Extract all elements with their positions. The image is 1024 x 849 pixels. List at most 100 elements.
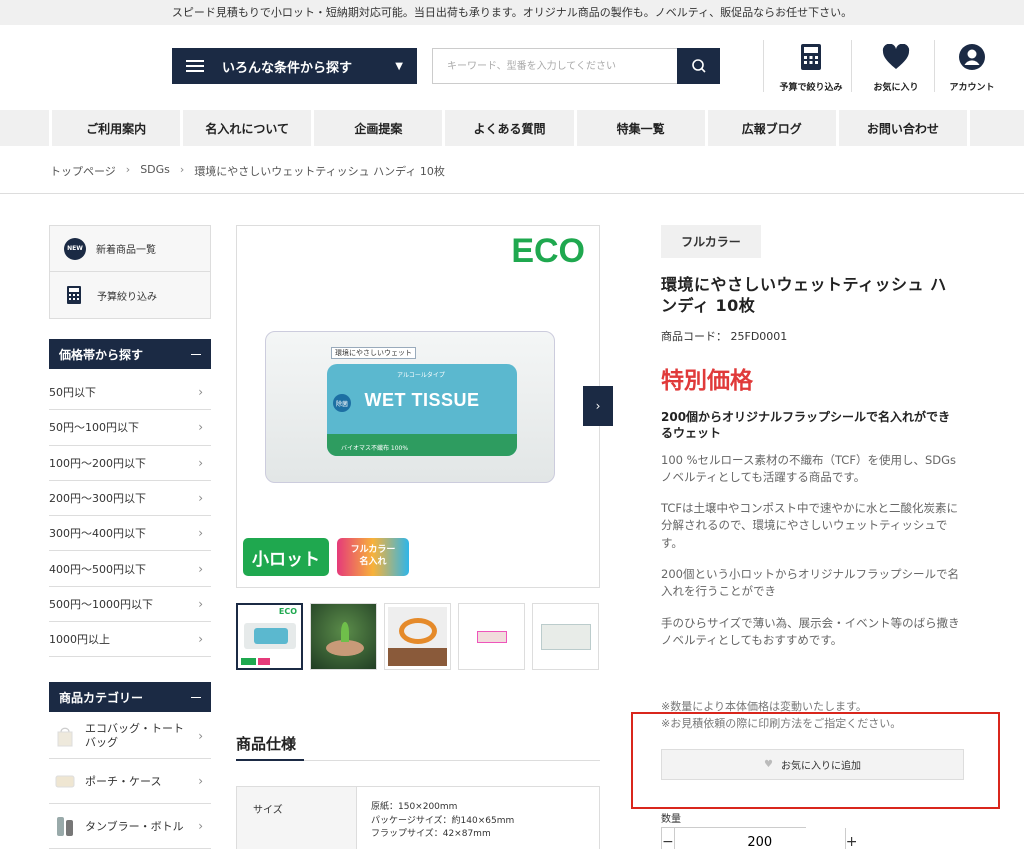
header-divider [763,40,764,92]
caret-down-icon: ▼ [395,60,403,72]
calculator-icon [67,286,81,304]
budget-filter-link[interactable]: 予算で絞り込み [771,42,851,93]
product-code: 商品コード： 25FD0001 [661,330,788,343]
naire-text: 名入れ [359,557,387,567]
quantity-stepper: − + [661,827,857,849]
breadcrumb-current: 環境にやさしいウェットティッシュ ハンディ 10枚 [194,165,445,178]
quantity-input[interactable] [673,828,846,849]
category-heading[interactable]: 商品カテゴリー [49,682,211,712]
price-item[interactable]: 1000円以上 › [49,622,211,658]
price-item-label: 50円以下 [49,386,96,400]
spec-values: 原紙：150×200mm パッケージサイズ：約140×65mm フラップサイズ：… [357,787,514,849]
chevron-right-icon: › [179,163,185,176]
chevron-right-icon: › [198,455,203,470]
price-item-label: 50円〜100円以下 [49,421,139,435]
price-item-label: 200円〜300円以下 [49,492,146,506]
nav-naire[interactable]: 名入れについて [183,110,312,146]
condition-search-button[interactable]: いろんな条件から探す ▼ [172,48,417,84]
budget-link-label: 予算絞り込み [97,291,157,303]
product-description: 200個という小ロットからオリジナルフラップシールで名入れを行うことができ [661,567,959,599]
thumbnail[interactable]: ECO [236,603,303,670]
nav-features[interactable]: 特集一覧 [576,110,705,146]
price-range-heading[interactable]: 価格帯から探す [49,339,211,369]
price-item[interactable]: 300円〜400円以下 › [49,516,211,552]
nav-guide[interactable]: ご利用案内 [52,110,181,146]
heart-icon [882,44,910,69]
quantity-decrement-button[interactable]: − [662,828,674,849]
product-main-image: ECO 環境にやさしいウェット アルコールタイプ 除菌 WET TISSUE バ… [236,225,600,588]
price-item-label: 500円〜1000円以下 [49,597,153,611]
account-link[interactable]: アカウント [932,42,1012,93]
price-item[interactable]: 100円〜200円以下 › [49,446,211,481]
new-items-link[interactable]: NEW 新着商品一覧 [50,226,210,272]
nav-faq[interactable]: よくある質問 [445,110,574,146]
image-next-button[interactable]: › [583,386,613,426]
category-item[interactable]: ポーチ・ケース › [49,759,211,804]
chevron-right-icon: › [595,399,601,413]
price-item-label: 100円〜200円以下 [49,456,146,470]
spec-value: 原紙：150×200mm [371,802,458,812]
price-item[interactable]: 500円〜1000円以下 › [49,587,211,623]
thumb-badge [258,658,270,665]
thumb-flap-seal [477,631,507,643]
breadcrumb-home[interactable]: トップページ [50,163,116,179]
chevron-right-icon: › [125,163,131,176]
thumb-cycle [399,618,437,644]
thumb-hands [326,640,364,656]
chevron-right-icon: › [198,561,203,576]
category-heading-label: 商品カテゴリー [59,690,144,705]
tumbler-icon [57,817,73,836]
chevron-right-icon: › [198,491,203,506]
spec-key: サイズ [237,787,357,849]
spec-value: フラップサイズ：42×87mm [371,829,491,839]
price-item[interactable]: 50円〜100円以下 › [49,410,211,446]
budget-link[interactable]: 予算絞り込み [50,272,210,318]
breadcrumb: トップページ › SDGs › 環境にやさしいウェットティッシュ ハンディ 10… [50,163,445,179]
search-icon [691,59,706,73]
account-icon [959,44,985,70]
header-divider [851,40,852,92]
quantity-label: 数量 [661,814,681,825]
thumb-sprout [341,622,349,642]
collapse-icon [191,696,201,698]
wet-tissue-text: WET TISSUE [364,390,480,410]
full-color-text: フルカラー [350,545,396,556]
nav-contact[interactable]: お問い合わせ [838,110,967,146]
nav-blog[interactable]: 広報ブログ [707,110,836,146]
collapse-icon [191,353,201,355]
search-input[interactable] [432,48,677,84]
search-button[interactable] [677,48,720,84]
main-nav: ご利用案内 名入れについて 企画提案 よくある質問 特集一覧 広報ブログ お問い… [52,110,967,146]
spec-value: パッケージサイズ：約140×65mm [371,815,515,826]
new-items-label: 新着商品一覧 [96,245,156,256]
category-item[interactable]: タンブラー・ボトル › [49,804,211,849]
category-item[interactable]: エコバッグ・トートバッグ › [49,714,211,759]
chevron-right-icon: › [198,774,203,788]
thumbnail[interactable] [384,603,451,670]
price-range-list: 50円以下 › 50円〜100円以下 › 100円〜200円以下 › 200円〜300… [49,375,211,658]
thumbnail[interactable] [532,603,599,670]
category-label: エコバッグ・トートバッグ [85,721,184,749]
price-item-label: 1000円以上 [49,633,110,647]
calculator-icon [801,44,821,70]
eco-label: ECO [511,232,585,270]
thumb-eco-label: ECO [278,607,297,616]
nav-edge [0,110,49,146]
thumbnail-strip: ECO [236,603,601,670]
thumb-soil [388,648,447,666]
nav-proposal[interactable]: 企画提案 [314,110,443,146]
thumbnail[interactable] [458,603,525,670]
price-item[interactable]: 400円〜500円以下 › [49,551,211,587]
quantity-increment-button[interactable]: + [846,828,858,849]
breadcrumb-sdgs[interactable]: SDGs [140,163,170,179]
price-item[interactable]: 200円〜300円以下 › [49,481,211,517]
chevron-right-icon: › [198,632,203,647]
thumbnail[interactable] [310,603,377,670]
favorites-link[interactable]: お気に入り [856,42,936,93]
price-item[interactable]: 50円以下 › [49,375,211,411]
pack-bottom-text: バイオマス不織布 100% [341,445,409,452]
category-list: エコバッグ・トートバッグ › ポーチ・ケース › タンブラー・ボトル › [49,714,211,849]
special-price-label: 特別価格 [661,368,753,394]
small-lot-badge: 小ロット [243,538,329,576]
category-label: ポーチ・ケース [85,775,162,788]
